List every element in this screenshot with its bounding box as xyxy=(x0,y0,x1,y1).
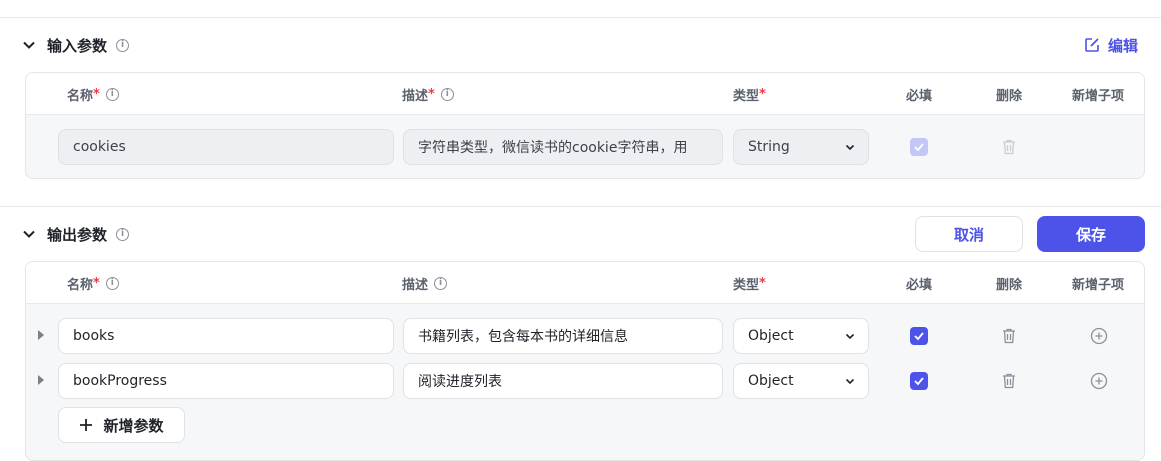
param-type-select[interactable]: Object xyxy=(733,318,869,354)
output-params-header: 输出参数 i 取消 保存 xyxy=(0,216,1161,252)
param-type-select[interactable]: String xyxy=(733,129,869,165)
col-required: 必填 xyxy=(906,88,933,104)
input-params-header: 输入参数 i 编辑 xyxy=(0,27,1161,63)
input-params-table: 名称 * i 描述 * i 类型 * 必填 删除 新增子项 cookies 字符串类型… xyxy=(25,72,1145,179)
info-icon: i xyxy=(440,87,454,101)
cancel-button[interactable]: 取消 xyxy=(915,216,1023,252)
expand-caret-icon[interactable] xyxy=(38,375,44,385)
add-child-icon[interactable] xyxy=(1090,327,1108,345)
table-header: 名称 * i 描述 i 类型 * 必填 删除 新增子项 xyxy=(26,262,1144,304)
col-desc: 描述 i xyxy=(402,262,448,304)
chevron-down-icon[interactable] xyxy=(22,227,36,241)
edit-label: 编辑 xyxy=(1107,36,1138,55)
chevron-down-icon xyxy=(845,378,855,385)
edit-button[interactable]: 编辑 xyxy=(1084,35,1138,56)
info-icon: i xyxy=(105,87,119,101)
chevron-down-icon[interactable] xyxy=(22,38,36,52)
required-checkbox[interactable] xyxy=(910,327,928,345)
add-param-button[interactable]: 新增参数 xyxy=(58,407,185,443)
add-child-icon[interactable] xyxy=(1090,372,1108,390)
col-type: 类型 * xyxy=(733,86,766,104)
param-type-select[interactable]: Object xyxy=(733,363,869,399)
top-divider xyxy=(0,17,1161,18)
chevron-down-icon xyxy=(845,144,855,151)
info-icon: i xyxy=(116,227,129,241)
col-type: 类型 * xyxy=(733,275,766,293)
edit-icon xyxy=(1085,38,1099,52)
check-icon xyxy=(914,332,924,341)
col-add-child: 新增子项 xyxy=(1072,88,1125,104)
info-icon: i xyxy=(116,38,129,52)
table-row: cookies 字符串类型，微信读书的cookie字符串，用 String xyxy=(26,129,1144,165)
col-desc: 描述 * i xyxy=(402,73,454,115)
table-row: bookProgress 阅读进度列表 Object xyxy=(26,363,1144,399)
expand-caret-icon[interactable] xyxy=(38,330,44,340)
param-name-input[interactable]: books xyxy=(58,318,394,354)
param-name-input[interactable]: cookies xyxy=(58,129,394,165)
table-header: 名称 * i 描述 * i 类型 * 必填 删除 新增子项 xyxy=(26,73,1144,115)
info-icon: i xyxy=(434,276,448,290)
chevron-down-icon xyxy=(845,333,855,340)
param-desc-input[interactable]: 字符串类型，微信读书的cookie字符串，用 xyxy=(403,129,723,165)
col-delete: 删除 xyxy=(996,277,1023,293)
trash-icon[interactable] xyxy=(1002,373,1016,389)
col-add-child: 新增子项 xyxy=(1072,277,1125,293)
output-params-title: 输出参数 xyxy=(47,225,108,244)
check-icon xyxy=(914,143,924,152)
required-checkbox[interactable] xyxy=(910,138,928,156)
col-required: 必填 xyxy=(906,277,933,293)
col-name: 名称 * i xyxy=(67,73,119,115)
input-params-title: 输入参数 xyxy=(47,36,108,55)
check-icon xyxy=(914,377,924,386)
required-checkbox[interactable] xyxy=(910,372,928,390)
add-param-label: 新增参数 xyxy=(103,416,164,435)
info-icon: i xyxy=(105,276,119,290)
param-desc-input[interactable]: 阅读进度列表 xyxy=(403,363,723,399)
output-params-table: 名称 * i 描述 i 类型 * 必填 删除 新增子项 books 书籍列表，包含每… xyxy=(25,261,1145,461)
trash-icon[interactable] xyxy=(1002,328,1016,344)
param-desc-input[interactable]: 书籍列表，包含每本书的详细信息 xyxy=(403,318,723,354)
table-row: books 书籍列表，包含每本书的详细信息 Object xyxy=(26,318,1144,354)
plus-icon xyxy=(80,419,93,431)
col-name: 名称 * i xyxy=(67,262,119,304)
section-divider xyxy=(0,206,1161,207)
save-button[interactable]: 保存 xyxy=(1037,216,1145,252)
trash-icon[interactable] xyxy=(1002,139,1016,155)
param-name-input[interactable]: bookProgress xyxy=(58,363,394,399)
col-delete: 删除 xyxy=(996,88,1023,104)
